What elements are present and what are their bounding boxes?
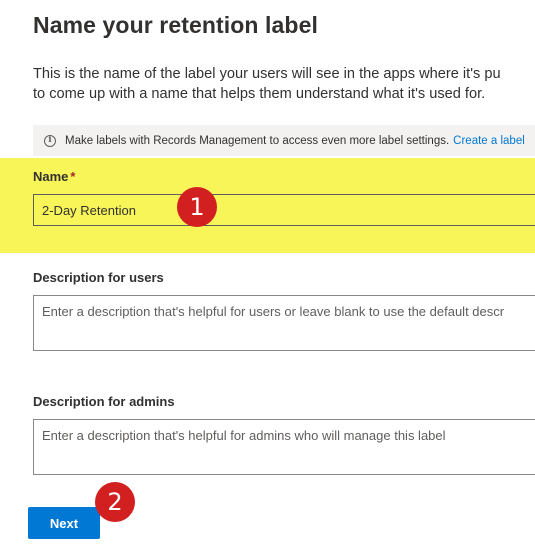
description-users-input[interactable]: Enter a description that's helpful for u… — [33, 295, 535, 351]
name-field-label: Name * — [33, 169, 75, 184]
page-title: Name your retention label — [33, 12, 318, 38]
info-icon: i — [44, 134, 56, 147]
annotation-badge-2: 2 — [95, 482, 135, 522]
required-marker: * — [70, 169, 76, 184]
name-label-text: Name — [33, 169, 69, 184]
intro-line-1: This is the name of the label your users… — [33, 66, 501, 82]
description-users-placeholder: Enter a description that's helpful for u… — [42, 304, 505, 319]
name-input[interactable]: 2-Day Retention — [33, 194, 535, 226]
create-label-link[interactable]: Create a label — [453, 135, 525, 147]
annotation-badge-1: 1 — [177, 187, 217, 227]
description-admins-placeholder: Enter a description that's helpful for a… — [42, 428, 446, 443]
intro-text: This is the name of the label your users… — [33, 64, 501, 104]
retention-label-wizard-page: Name your retention label This is the na… — [0, 0, 535, 547]
intro-line-2: to come up with a name that helps them u… — [33, 86, 486, 102]
next-button[interactable]: Next — [28, 507, 100, 539]
info-message-bar: i Make labels with Records Management to… — [33, 125, 535, 156]
name-input-value: 2-Day Retention — [42, 202, 136, 218]
description-users-label: Description for users — [33, 270, 164, 285]
info-message-text: Make labels with Records Management to a… — [65, 134, 450, 147]
description-admins-label: Description for admins — [33, 394, 175, 409]
description-admins-input[interactable]: Enter a description that's helpful for a… — [33, 419, 535, 475]
